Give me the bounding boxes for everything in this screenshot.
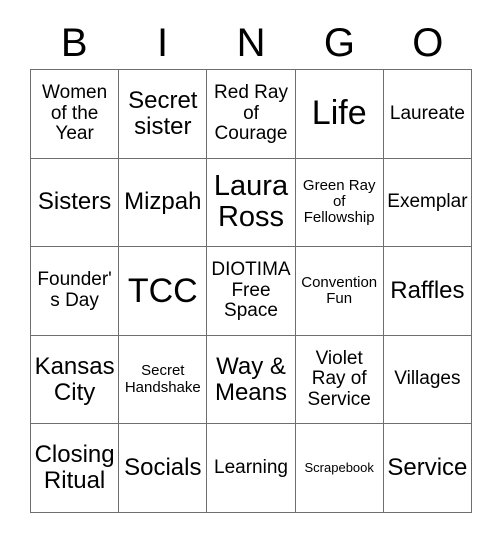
bingo-cell-r5c4[interactable]: Scrapebook xyxy=(295,424,384,513)
bingo-cell-label: Life xyxy=(311,94,367,133)
bingo-cell-r2c1[interactable]: Sisters xyxy=(31,158,120,248)
bingo-cell-r2c3[interactable]: Laura Ross xyxy=(207,158,296,248)
bingo-grid: Women of the Year Secret sister Red Ray … xyxy=(30,69,472,513)
bingo-cell-label: DIOTIMA Free Space xyxy=(211,259,291,322)
bingo-cell-r1c4[interactable]: Life xyxy=(295,70,384,159)
bingo-cell-r2c4[interactable]: Green Ray of Fellowship xyxy=(295,158,384,248)
bingo-cell-label: Secret Handshake xyxy=(124,362,201,396)
bingo-header-letter-i: I xyxy=(157,21,169,65)
bingo-cell-r5c3[interactable]: Learning xyxy=(207,424,296,513)
bingo-cell-r3c5[interactable]: Raffles xyxy=(383,247,472,336)
bingo-cell-label: Red Ray of Courage xyxy=(214,82,288,145)
bingo-cell-r1c3[interactable]: Red Ray of Courage xyxy=(207,70,296,159)
bingo-cell-label: Mizpah xyxy=(124,188,202,216)
bingo-cell-r1c1[interactable]: Women of the Year xyxy=(31,70,120,159)
bingo-cell-r3c4[interactable]: Convention Fun xyxy=(295,247,384,336)
bingo-cell-r4c4[interactable]: Violet Ray of Service xyxy=(295,335,384,425)
bingo-cell-label: Sisters xyxy=(37,188,112,216)
bingo-cell-label: Laureate xyxy=(389,102,465,124)
bingo-cell-label: Way & Means xyxy=(214,352,288,406)
bingo-cell-r4c3[interactable]: Way & Means xyxy=(207,335,296,425)
bingo-header-letter-g: G xyxy=(323,21,355,65)
bingo-cell-label: Closing Ritual xyxy=(34,441,115,495)
bingo-cell-label: Kansas City xyxy=(34,352,115,406)
bingo-header-letter-b: B xyxy=(60,21,88,65)
bingo-cell-label: Green Ray of Fellowship xyxy=(302,177,376,227)
bingo-cell-label: Women of the Year xyxy=(42,82,108,145)
bingo-cell-label: Secret sister xyxy=(128,86,198,140)
bingo-cell-r4c5[interactable]: Villages xyxy=(383,335,472,425)
bingo-header: B I N G O xyxy=(30,18,472,68)
bingo-cell-label: Service xyxy=(387,454,468,482)
bingo-cell-r2c5[interactable]: Exemplar xyxy=(383,158,472,248)
bingo-cell-r1c2[interactable]: Secret sister xyxy=(119,70,208,159)
bingo-header-letter-o: O xyxy=(412,21,444,65)
bingo-cell-label: Exemplar xyxy=(387,191,468,213)
bingo-cell-r5c1[interactable]: Closing Ritual xyxy=(31,424,120,513)
bingo-card: B I N G O Women of the Year Secret siste… xyxy=(0,0,500,544)
bingo-cell-r5c5[interactable]: Service xyxy=(383,424,472,513)
bingo-cell-label: Founder's Day xyxy=(37,269,112,311)
bingo-cell-r3c1[interactable]: Founder's Day xyxy=(31,247,120,336)
bingo-cell-label: Socials xyxy=(124,454,202,482)
bingo-cell-r2c2[interactable]: Mizpah xyxy=(119,158,208,248)
bingo-cell-free-space[interactable]: DIOTIMA Free Space xyxy=(207,247,296,336)
bingo-cell-label: Raffles xyxy=(390,277,465,305)
bingo-cell-label: Violet Ray of Service xyxy=(307,347,371,410)
bingo-header-letter-n: N xyxy=(236,21,266,65)
bingo-cell-r5c2[interactable]: Socials xyxy=(119,424,208,513)
bingo-cell-label: Villages xyxy=(394,368,461,390)
bingo-cell-label: Learning xyxy=(214,456,288,478)
bingo-cell-r1c5[interactable]: Laureate xyxy=(383,70,472,159)
bingo-cell-label: Scrapebook xyxy=(304,460,374,476)
bingo-cell-r4c2[interactable]: Secret Handshake xyxy=(119,335,208,425)
bingo-cell-label: Convention Fun xyxy=(301,273,378,307)
bingo-cell-r4c1[interactable]: Kansas City xyxy=(31,335,120,425)
bingo-cell-label: TCC xyxy=(127,271,198,310)
bingo-cell-label: Laura Ross xyxy=(213,170,289,234)
bingo-cell-r3c2[interactable]: TCC xyxy=(119,247,208,336)
